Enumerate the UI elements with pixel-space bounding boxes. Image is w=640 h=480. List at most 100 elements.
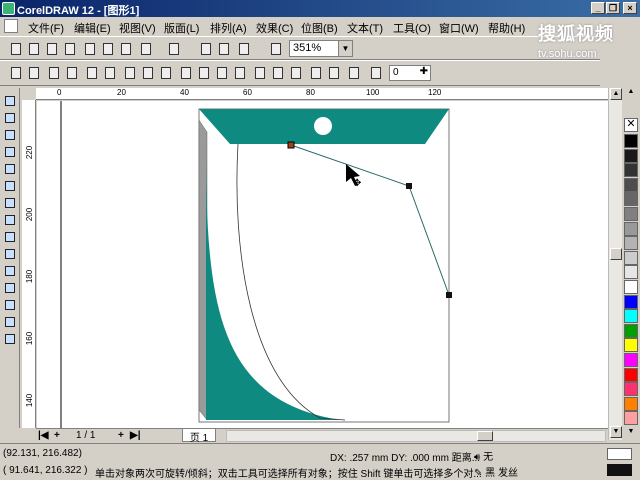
restore-button[interactable]: ❐ bbox=[606, 2, 620, 14]
menu-window[interactable]: 窗口(W) bbox=[439, 20, 479, 36]
interactive-fill-tool-icon[interactable] bbox=[3, 332, 17, 346]
page-tab[interactable]: 页 1 bbox=[182, 429, 216, 444]
white-hole-circle[interactable] bbox=[314, 117, 332, 135]
color-swatch[interactable] bbox=[624, 367, 638, 382]
palette-scroll-down-icon[interactable]: ▼ bbox=[624, 428, 638, 438]
horizontal-scrollbar[interactable] bbox=[226, 430, 606, 442]
menu-layout[interactable]: 版面(L) bbox=[164, 20, 199, 36]
paste-icon[interactable] bbox=[118, 41, 134, 57]
color-swatch[interactable] bbox=[624, 323, 638, 338]
color-swatch[interactable] bbox=[624, 396, 638, 411]
join-nodes-icon[interactable] bbox=[46, 65, 62, 81]
fill-color-swatch[interactable] bbox=[607, 448, 632, 460]
color-swatch[interactable] bbox=[624, 353, 638, 367]
ellipse-tool-icon[interactable] bbox=[3, 196, 17, 210]
elastic-mode-icon[interactable] bbox=[346, 65, 362, 81]
rotate-nodes-icon[interactable] bbox=[270, 65, 286, 81]
rectangle-tool-icon[interactable] bbox=[3, 179, 17, 193]
text-tool-icon[interactable] bbox=[3, 247, 17, 261]
curve-smoothness-input[interactable]: 0 ✚ bbox=[389, 65, 431, 81]
reflect-vertical-icon[interactable] bbox=[326, 65, 342, 81]
chevron-down-icon[interactable]: ▼ bbox=[338, 41, 352, 56]
gray-left-strip[interactable] bbox=[198, 119, 208, 421]
color-swatch[interactable] bbox=[624, 177, 638, 192]
drawing-canvas[interactable]: ✥ bbox=[37, 101, 612, 428]
print-icon[interactable] bbox=[62, 41, 78, 57]
last-page-icon[interactable]: ▶| bbox=[130, 430, 141, 441]
extend-curve-icon[interactable] bbox=[196, 65, 212, 81]
cut-icon[interactable] bbox=[82, 41, 98, 57]
to-curve-icon[interactable] bbox=[102, 65, 118, 81]
scroll-thumb[interactable] bbox=[610, 248, 622, 260]
smart-fill-tool-icon[interactable] bbox=[3, 162, 17, 176]
pick-tool-icon[interactable] bbox=[3, 94, 17, 108]
symmetrical-node-icon[interactable] bbox=[158, 65, 174, 81]
color-swatch[interactable] bbox=[624, 134, 638, 148]
color-swatch[interactable] bbox=[624, 309, 638, 324]
stretch-nodes-icon[interactable] bbox=[252, 65, 268, 81]
delete-node-icon[interactable] bbox=[26, 65, 42, 81]
menu-effects[interactable]: 效果(C) bbox=[256, 20, 293, 36]
color-swatch[interactable] bbox=[624, 382, 638, 397]
add-node-icon[interactable] bbox=[8, 65, 24, 81]
color-swatch[interactable] bbox=[624, 280, 638, 294]
auto-close-icon[interactable] bbox=[232, 65, 248, 81]
spin-icon[interactable]: ✚ bbox=[420, 66, 428, 77]
scroll-down-icon[interactable]: ▼ bbox=[610, 426, 622, 438]
interactive-blend-tool-icon[interactable] bbox=[3, 264, 17, 278]
path-node[interactable] bbox=[446, 292, 452, 298]
extract-subpath-icon[interactable] bbox=[214, 65, 230, 81]
open-icon[interactable] bbox=[26, 41, 42, 57]
menu-bitmaps[interactable]: 位图(B) bbox=[301, 20, 338, 36]
color-swatch[interactable] bbox=[624, 192, 638, 207]
vertical-scrollbar[interactable]: ▲ ▼ bbox=[608, 88, 622, 440]
select-all-nodes-icon[interactable] bbox=[368, 65, 384, 81]
menu-arrange[interactable]: 排列(A) bbox=[210, 20, 247, 36]
color-swatch[interactable] bbox=[624, 148, 638, 163]
no-color-swatch[interactable]: ✕ bbox=[624, 118, 638, 132]
close-button[interactable]: × bbox=[623, 2, 637, 14]
redo-icon[interactable] bbox=[166, 41, 182, 57]
to-line-icon[interactable] bbox=[84, 65, 100, 81]
copy-icon[interactable] bbox=[100, 41, 116, 57]
shape-tool-icon[interactable] bbox=[3, 111, 17, 125]
break-curve-icon[interactable] bbox=[64, 65, 80, 81]
ruler-origin[interactable] bbox=[22, 88, 36, 100]
menu-file[interactable]: 文件(F) bbox=[28, 20, 64, 36]
polygon-tool-icon[interactable] bbox=[3, 213, 17, 227]
menu-help[interactable]: 帮助(H) bbox=[488, 20, 525, 36]
freehand-tool-icon[interactable] bbox=[3, 145, 17, 159]
vertical-ruler[interactable]: 220 200 180 160 140 bbox=[22, 100, 36, 428]
path-node[interactable] bbox=[406, 183, 412, 189]
add-page-after-icon[interactable]: + bbox=[118, 430, 124, 441]
color-swatch[interactable] bbox=[624, 411, 638, 426]
horizontal-ruler[interactable]: 0 20 40 60 80 100 120 bbox=[36, 88, 620, 100]
color-swatch[interactable] bbox=[624, 221, 638, 236]
minimize-button[interactable]: _ bbox=[591, 2, 605, 14]
eyedropper-tool-icon[interactable] bbox=[3, 281, 17, 295]
color-swatch[interactable] bbox=[624, 250, 638, 265]
menu-view[interactable]: 视图(V) bbox=[119, 20, 156, 36]
color-swatch[interactable] bbox=[624, 163, 638, 178]
import-icon[interactable] bbox=[198, 41, 214, 57]
horizontal-scroll-thumb[interactable] bbox=[477, 431, 493, 441]
path-node[interactable] bbox=[287, 141, 295, 149]
menu-text[interactable]: 文本(T) bbox=[347, 20, 383, 36]
cusp-node-icon[interactable] bbox=[122, 65, 138, 81]
menu-edit[interactable]: 编辑(E) bbox=[74, 20, 111, 36]
palette-scroll-up-icon[interactable]: ▲ bbox=[624, 88, 638, 98]
fill-tool-icon[interactable] bbox=[3, 315, 17, 329]
color-swatch[interactable] bbox=[624, 294, 638, 309]
menu-tools[interactable]: 工具(O) bbox=[393, 20, 431, 36]
reverse-direction-icon[interactable] bbox=[178, 65, 194, 81]
application-launcher-icon[interactable] bbox=[236, 41, 252, 57]
outline-tool-icon[interactable] bbox=[3, 298, 17, 312]
save-icon[interactable] bbox=[44, 41, 60, 57]
zoom-tool-icon[interactable] bbox=[3, 128, 17, 142]
add-page-icon[interactable]: + bbox=[54, 430, 60, 441]
basic-shapes-tool-icon[interactable] bbox=[3, 230, 17, 244]
undo-icon[interactable] bbox=[138, 41, 154, 57]
reflect-horizontal-icon[interactable] bbox=[308, 65, 324, 81]
align-nodes-icon[interactable] bbox=[288, 65, 304, 81]
scroll-up-icon[interactable]: ▲ bbox=[610, 88, 622, 100]
